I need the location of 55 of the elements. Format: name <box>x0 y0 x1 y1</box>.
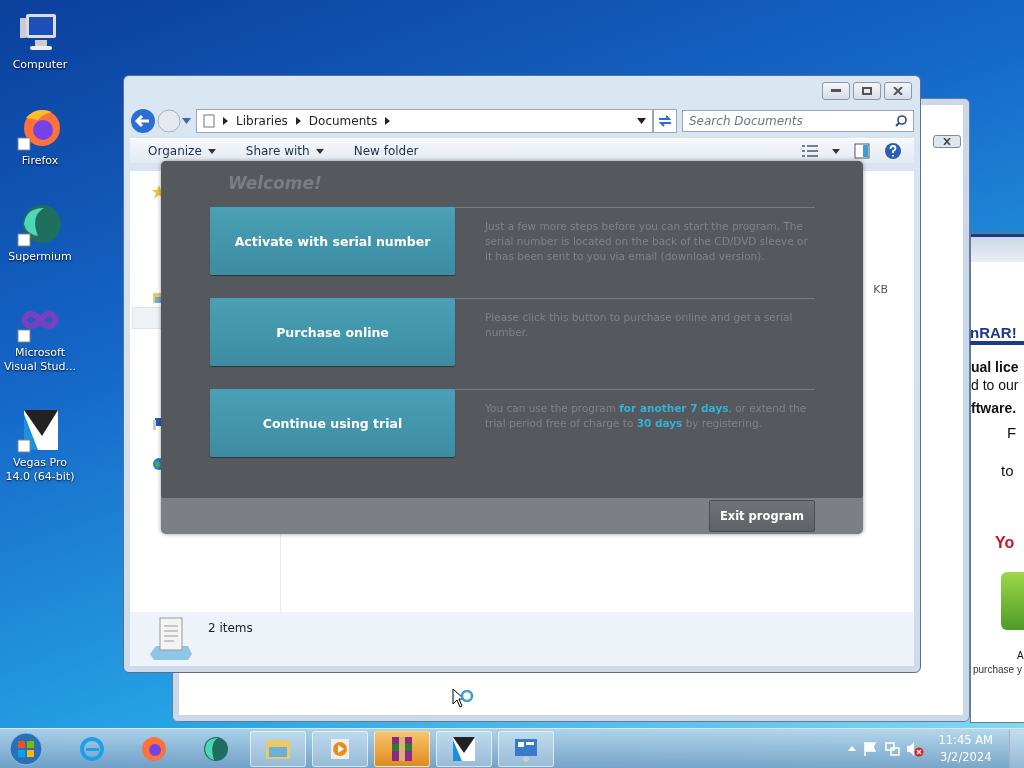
toolbar-button[interactable]: Organize <box>148 144 216 158</box>
partial-text: purchase y <box>973 664 1022 675</box>
caret-icon <box>315 148 324 154</box>
partial-text: Yo <box>995 534 1015 552</box>
desktop-icon-label[interactable]: Firefox <box>21 154 59 168</box>
option-button[interactable]: Continue using trial <box>210 389 455 457</box>
address-bar[interactable]: Libraries Documents <box>196 109 653 133</box>
partial-text: to <box>1001 462 1014 479</box>
breadcrumb-item[interactable]: Documents <box>308 114 378 128</box>
option-button[interactable]: Activate with serial number <box>210 207 455 275</box>
partial-text: F <box>1007 424 1017 441</box>
document-icon <box>148 616 194 662</box>
close-icon <box>943 138 951 145</box>
toolbar-button[interactable]: Share with <box>245 144 324 158</box>
vegas-taskbar-button[interactable] <box>436 730 492 767</box>
option-button[interactable]: Purchase online <box>210 298 455 366</box>
desktop-icon-label[interactable]: Vegas Pro 14.0 (64-bit) <box>0 456 80 484</box>
dropdown-arrow-icon[interactable] <box>637 118 646 124</box>
close-icon <box>893 87 903 95</box>
partial-text: ual lice <box>971 359 1019 375</box>
partial-text: nRAR! <box>970 324 1024 345</box>
exit-button[interactable]: Exit program <box>709 500 815 532</box>
item-count: 2 items <box>208 621 253 635</box>
preview-pane-icon[interactable] <box>854 143 870 159</box>
caret-icon <box>207 148 216 154</box>
desktop-icon-label[interactable]: Computer <box>12 58 68 72</box>
breadcrumb-item[interactable]: Libraries <box>236 114 288 128</box>
partial-text: ftware. <box>971 400 1017 416</box>
restore-button[interactable] <box>853 82 881 100</box>
chevron-icon <box>223 117 228 125</box>
panel-taskbar-button[interactable] <box>498 730 554 767</box>
chevron-icon <box>295 117 301 125</box>
start-button[interactable] <box>8 730 44 767</box>
search-field[interactable]: Search Documents <box>682 110 914 132</box>
help-icon[interactable] <box>884 142 902 160</box>
partial-text: A <box>1017 650 1024 661</box>
desktop-icon-label[interactable]: Supermium <box>8 250 72 264</box>
restore-icon <box>862 87 872 95</box>
busy-cursor-icon <box>452 688 474 710</box>
partial-text: d to our <box>971 377 1019 393</box>
partial-text: KB <box>873 283 888 296</box>
search-icon <box>895 115 907 127</box>
muted-speaker-icon[interactable] <box>906 740 925 757</box>
close-button[interactable] <box>884 82 912 100</box>
refresh-icon[interactable] <box>653 109 677 133</box>
caret-icon[interactable] <box>832 148 840 154</box>
chevron-icon <box>385 117 391 125</box>
minimize-button[interactable] <box>822 82 850 100</box>
close-button[interactable] <box>933 135 961 148</box>
minimize-icon <box>831 89 841 93</box>
desktop-icon-label[interactable]: Microsoft Visual Stud... <box>0 346 80 374</box>
winrar-taskbar-button[interactable] <box>374 730 430 767</box>
view-list-icon[interactable] <box>802 145 818 157</box>
document-icon <box>203 114 215 128</box>
toolbar-button[interactable]: New folder <box>353 144 419 158</box>
